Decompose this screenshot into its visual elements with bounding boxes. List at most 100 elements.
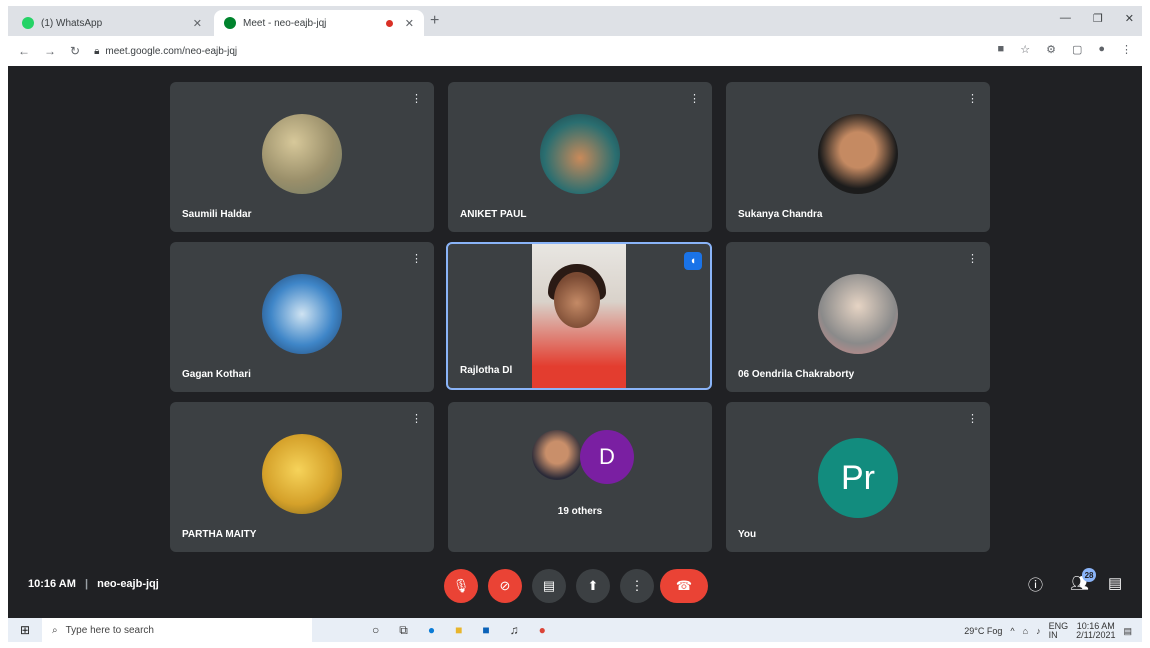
present-screen-icon: ⬆	[587, 578, 599, 593]
camera-toggle-button[interactable]: ⊘	[488, 569, 522, 603]
more-options-icon[interactable]: ⋮	[967, 412, 978, 425]
camera-off-icon: ⊘	[499, 578, 511, 593]
people-button[interactable]: 👥︎ 28	[1070, 568, 1097, 592]
menu-dots-icon[interactable]: ⋮	[1121, 43, 1132, 56]
participant-tile[interactable]: ⋮ PARTHA MAITY	[170, 402, 434, 552]
others-count: 19 others	[557, 506, 603, 517]
url-field[interactable]: 🔒︎ meet.google.com/neo-eajb-jqj	[94, 41, 344, 61]
meeting-time: 10:16 AM	[28, 578, 76, 590]
system-tray: 29°C Fog ^ ⌂ ♪ ENG IN 10:16 AM 2/11/2021…	[964, 622, 1132, 640]
language-indicator[interactable]: ENG IN	[1049, 622, 1069, 640]
participant-name: PARTHA MAITY	[182, 529, 257, 540]
captions-icon: ▤	[542, 578, 556, 593]
region: IN	[1048, 630, 1058, 640]
media-icon[interactable]: ♫	[510, 623, 519, 637]
camera-icon[interactable]: ■	[998, 43, 1005, 56]
avatar	[532, 430, 582, 480]
participant-tile[interactable]: ⋮ Saumili Haldar	[170, 82, 434, 232]
whatsapp-favicon-icon	[22, 17, 34, 29]
more-options-icon[interactable]: ⋮	[411, 92, 422, 105]
back-icon[interactable]: ←	[18, 44, 30, 58]
volume-icon[interactable]: ♪	[1036, 626, 1041, 636]
avatar	[262, 274, 342, 354]
self-tile[interactable]: ⋮ Pr You	[726, 402, 990, 552]
participant-tile[interactable]: ⋮ Gagan Kothari	[170, 242, 434, 392]
participant-name: Gagan Kothari	[182, 369, 251, 380]
others-tile[interactable]: D 19 others	[448, 402, 712, 552]
weather: 29°C Fog	[964, 626, 1003, 636]
close-window-icon[interactable]: ✕	[1125, 12, 1134, 25]
self-avatar-initial: Pr	[818, 438, 898, 518]
speaking-indicator-icon: ◖	[684, 252, 702, 270]
chrome-icon[interactable]: ●	[539, 623, 546, 637]
bookmark-star-icon[interactable]: ☆	[1020, 43, 1030, 56]
cortana-icon[interactable]: ○	[372, 623, 379, 637]
edge-icon[interactable]: ●	[428, 623, 435, 637]
participant-tile[interactable]: ⋮ 06 Oendrila Chakraborty	[726, 242, 990, 392]
participant-tile[interactable]: ⋮ Sukanya Chandra	[726, 82, 990, 232]
address-bar: ← → ↻ 🔒︎ meet.google.com/neo-eajb-jqj ■ …	[8, 36, 1142, 66]
browser-actions: ■ ☆ ⚙ ▢ ● ⋮	[998, 43, 1132, 56]
participant-name: Saumili Haldar	[182, 209, 252, 220]
file-explorer-icon[interactable]: ■	[455, 623, 462, 637]
participant-name: You	[738, 529, 757, 540]
hang-up-icon: ☎	[675, 578, 693, 593]
meet-favicon-icon	[224, 17, 236, 29]
participant-name: 06 Oendrila Chakraborty	[738, 369, 855, 380]
store-icon[interactable]: ■	[482, 623, 489, 637]
lock-icon: 🔒︎	[94, 45, 100, 57]
mic-toggle-button[interactable]: 🎙︎	[444, 569, 478, 603]
avatar	[262, 114, 342, 194]
more-options-icon[interactable]: ⋮	[411, 252, 422, 265]
extensions-icon[interactable]: ⚙	[1046, 43, 1056, 56]
leave-call-button[interactable]: ☎	[660, 569, 708, 603]
more-options-icon[interactable]: ⋮	[689, 92, 700, 105]
reload-icon[interactable]: ↻	[70, 44, 80, 58]
participant-name: Sukanya Chandra	[738, 209, 823, 220]
tab-close-icon[interactable]: ✕	[193, 17, 202, 30]
tab-meet[interactable]: Meet - neo-eajb-jqj ✕	[214, 10, 424, 36]
more-options-button[interactable]: ⋮	[620, 569, 654, 603]
chat-icon[interactable]: ▤	[1108, 574, 1122, 592]
more-options-icon[interactable]: ⋮	[967, 252, 978, 265]
tab-label: (1) WhatsApp	[41, 17, 103, 29]
windows-taskbar: ⊞ ⌕ Type here to search ○ ⧉ ● ■ ■ ♫ ● 29…	[8, 618, 1142, 642]
avatar	[818, 114, 898, 194]
more-options-icon[interactable]: ⋮	[411, 412, 422, 425]
tab-close-icon[interactable]: ✕	[405, 17, 414, 30]
captions-button[interactable]: ▤	[532, 569, 566, 603]
avatar-initial: D	[580, 430, 634, 484]
notifications-icon[interactable]: ▤	[1123, 626, 1132, 637]
mic-off-icon: 🎙︎	[452, 578, 470, 593]
avatar	[262, 434, 342, 514]
meeting-code: neo-eajb-jqj	[97, 578, 159, 590]
present-button[interactable]: ⬆	[576, 569, 610, 603]
clock[interactable]: 10:16 AM 2/11/2021	[1076, 622, 1115, 640]
meeting-info: 10:16 AM | neo-eajb-jqj	[28, 578, 159, 590]
profile-icon[interactable]: ●	[1098, 43, 1105, 56]
participant-tile[interactable]: ⋮ ANIKET PAUL	[448, 82, 712, 232]
window-controls: — ❐ ✕	[1060, 12, 1134, 25]
minimize-icon[interactable]: —	[1060, 12, 1071, 25]
participant-tile-speaking[interactable]: ◖ Rajlotha Dl	[446, 242, 712, 390]
video-face	[554, 272, 600, 328]
tray-chevron-icon[interactable]: ^	[1010, 626, 1014, 636]
restore-icon[interactable]: ❐	[1093, 12, 1103, 25]
windows-start-icon[interactable]: ⊞	[8, 623, 42, 637]
network-icon[interactable]: ⌂	[1023, 626, 1028, 636]
people-count-badge: 28	[1082, 568, 1097, 582]
new-tab-icon[interactable]: +	[430, 12, 439, 30]
more-options-icon[interactable]: ⋮	[967, 92, 978, 105]
participant-name: ANIKET PAUL	[460, 209, 527, 220]
task-view-icon[interactable]: ⧉	[399, 623, 408, 638]
more-vert-icon: ⋮	[630, 578, 644, 593]
recording-dot-icon	[385, 19, 393, 27]
meeting-details-icon[interactable]: ⓘ	[1028, 574, 1043, 595]
taskbar-search[interactable]: ⌕ Type here to search	[42, 618, 312, 642]
tab-search-icon[interactable]: ▢	[1072, 43, 1082, 56]
browser-tab-bar: (1) WhatsApp ✕ Meet - neo-eajb-jqj ✕ + —…	[8, 6, 1142, 36]
forward-icon[interactable]: →	[44, 44, 56, 58]
tab-whatsapp[interactable]: (1) WhatsApp ✕	[12, 10, 212, 36]
separator: |	[84, 578, 89, 590]
search-icon: ⌕	[52, 624, 58, 636]
